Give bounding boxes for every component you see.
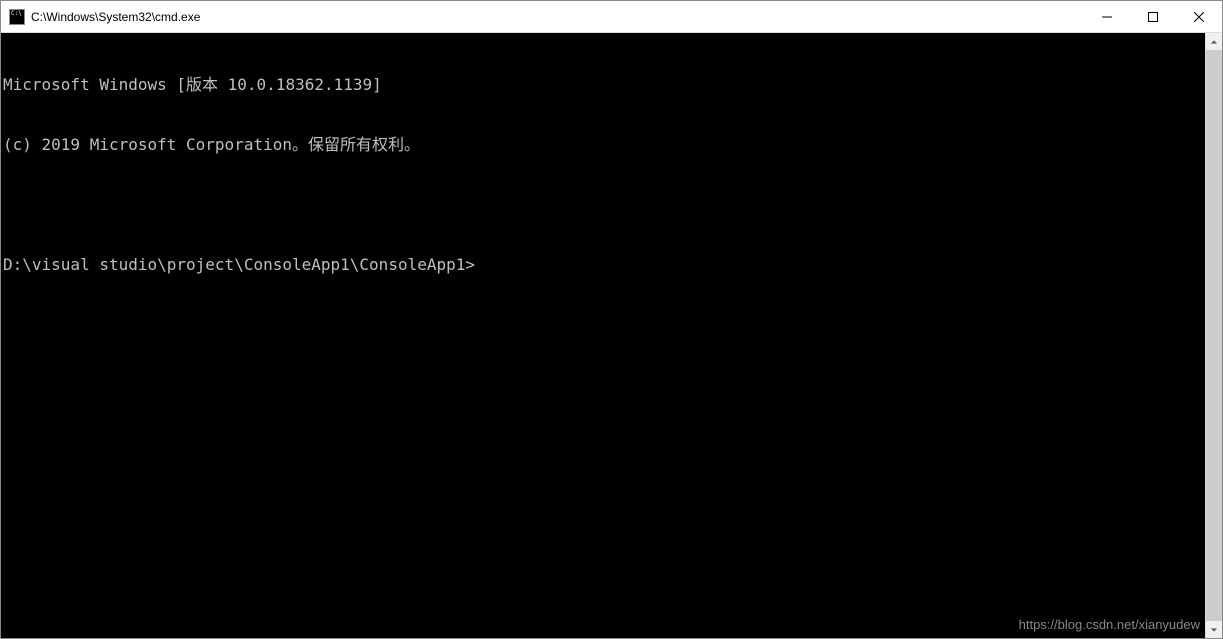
cmd-window: C:\Windows\System32\cmd.exe Micro — [0, 0, 1223, 639]
content-area: Microsoft Windows [版本 10.0.18362.1139] (… — [1, 33, 1222, 638]
terminal-line — [3, 195, 1203, 215]
window-controls — [1084, 1, 1222, 32]
minimize-icon — [1102, 12, 1112, 22]
window-title: C:\Windows\System32\cmd.exe — [31, 10, 1084, 24]
terminal-line: (c) 2019 Microsoft Corporation。保留所有权利。 — [3, 135, 1203, 155]
maximize-button[interactable] — [1130, 1, 1176, 32]
terminal-output[interactable]: Microsoft Windows [版本 10.0.18362.1139] (… — [1, 33, 1205, 638]
titlebar[interactable]: C:\Windows\System32\cmd.exe — [1, 1, 1222, 33]
vertical-scrollbar[interactable] — [1205, 33, 1222, 638]
scroll-track[interactable] — [1206, 50, 1222, 621]
chevron-down-icon — [1210, 626, 1218, 634]
minimize-button[interactable] — [1084, 1, 1130, 32]
scroll-down-button[interactable] — [1206, 621, 1222, 638]
terminal-line: Microsoft Windows [版本 10.0.18362.1139] — [3, 75, 1203, 95]
maximize-icon — [1148, 12, 1158, 22]
terminal-prompt[interactable]: D:\visual studio\project\ConsoleApp1\Con… — [3, 255, 1203, 275]
close-icon — [1194, 12, 1204, 22]
close-button[interactable] — [1176, 1, 1222, 32]
cmd-icon — [9, 9, 25, 25]
scroll-up-button[interactable] — [1206, 33, 1222, 50]
chevron-up-icon — [1210, 38, 1218, 46]
scroll-thumb[interactable] — [1206, 50, 1222, 621]
